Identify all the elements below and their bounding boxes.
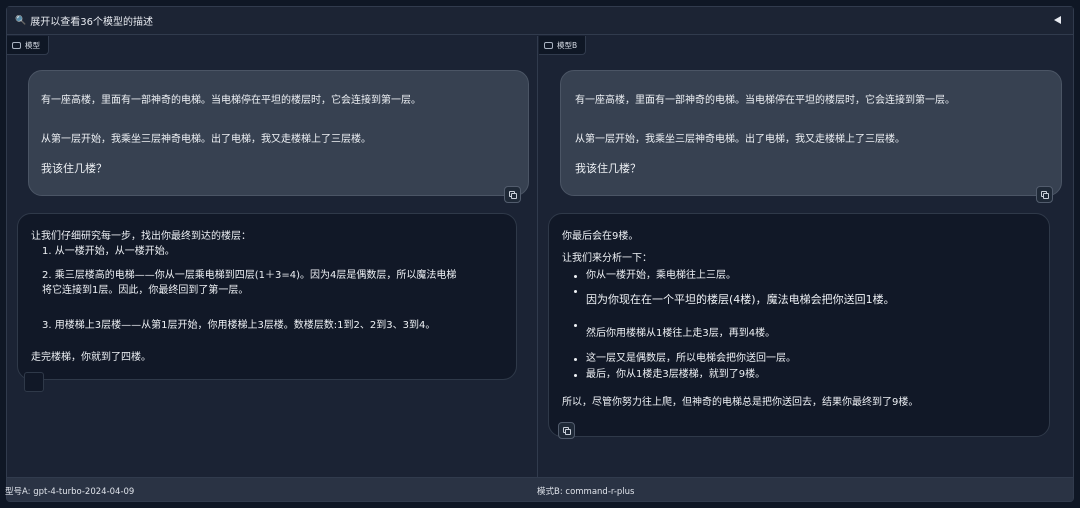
chatbot-panel-a: 模型 有一座高楼，里面有一部神奇的电梯。当电梯停在平坦的楼层时，它会连接到第一层… — [7, 36, 538, 477]
prompt-line-2: 从第一层开始，我乘坐三层神奇电梯。出了电梯，我又走楼梯上了三层楼。 — [41, 134, 371, 145]
bullet-dot — [574, 324, 577, 327]
bot-message-b: 你最后会在9楼。 让我们来分析一下： 你从一楼开始，乘电梯往上三层。 因为你现在… — [548, 213, 1050, 437]
model-b-tag: 模型B — [539, 36, 587, 55]
prompt-line-2: 从第一层开始，我乘坐三层神奇电梯。出了电梯，我又走楼梯上了三层楼。 — [575, 134, 905, 145]
prompt-line-1: 有一座高楼，里面有一部神奇的电梯。当电梯停在平坦的楼层时，它会连接到第一层。 — [575, 95, 955, 106]
model-a-tag: 模型 — [7, 36, 49, 55]
collapse-triangle-icon[interactable] — [1054, 16, 1061, 24]
accordion-title: 展开以查看36个模型的描述 — [30, 17, 153, 28]
prompt-line-3: 我该住几楼？ — [41, 162, 107, 175]
chatbot-panel-b: 模型B 有一座高楼，里面有一部神奇的电梯。当电梯停在平坦的楼层时，它会连接到第一… — [539, 36, 1073, 477]
user-message-b: 有一座高楼，里面有一部神奇的电梯。当电梯停在平坦的楼层时，它会连接到第一层。 从… — [560, 70, 1062, 196]
copy-button-bot-b[interactable] — [558, 422, 575, 439]
response-step-1: 1. 从一楼开始，从一楼开始。 — [42, 246, 175, 257]
response-conclusion: 走完楼梯，你就到了四楼。 — [31, 352, 151, 363]
copy-button-user-a[interactable] — [504, 186, 521, 203]
response-step-2a: 2. 乘三层楼高的电梯——你从一层乘电梯到四层(1＋3=4)。因为4层是偶数层，… — [42, 270, 457, 281]
prompt-line-3: 我该住几楼？ — [575, 162, 641, 175]
bullet-dot — [574, 374, 577, 377]
model-b-label: 模型B — [557, 40, 578, 50]
response-intro: 让我们仔细研究每一步，找出你最终到达的楼层： — [31, 231, 251, 242]
copy-button-user-b[interactable] — [1036, 186, 1053, 203]
response-answer: 你最后会在9楼。 — [562, 231, 639, 242]
chat-icon — [544, 41, 553, 49]
response-bullet-4: 这一层又是偶数层，所以电梯会把你送回一层。 — [586, 353, 796, 364]
response-bullet-5: 最后，你从1楼走3层楼梯，就到了9楼。 — [586, 369, 766, 380]
response-step-3: 3. 用楼梯上3层楼——从第1层开始，你用楼梯上3层楼。数楼层数:1到2、2到3… — [42, 320, 436, 331]
bullet-dot — [574, 358, 577, 361]
response-bullet-1: 你从一楼开始，乘电梯往上三层。 — [586, 270, 736, 281]
response-bullet-2: 因为你现在在一个平坦的楼层(4楼)，魔法电梯会把你送回1楼。 — [586, 293, 895, 306]
model-names-footer: 型号A: gpt-4-turbo-2024-04-09 模式B: command… — [5, 477, 1073, 501]
magnifier-icon: 🔍 — [15, 15, 27, 26]
user-message-a: 有一座高楼，里面有一部神奇的电梯。当电梯停在平坦的楼层时，它会连接到第一层。 从… — [28, 70, 529, 196]
bot-message-a: 让我们仔细研究每一步，找出你最终到达的楼层： 1. 从一楼开始，从一楼开始。 2… — [17, 213, 517, 380]
prompt-line-1: 有一座高楼，里面有一部神奇的电梯。当电梯停在平坦的楼层时，它会连接到第一层。 — [41, 95, 421, 106]
response-bullet-3: 然后你用楼梯从1楼往上走3层，再到4楼。 — [586, 328, 776, 339]
bullet-dot — [574, 275, 577, 278]
model-a-name: 型号A: gpt-4-turbo-2024-04-09 — [5, 487, 135, 497]
bullet-dot — [574, 290, 577, 293]
copy-button-bot-a[interactable] — [24, 372, 44, 392]
model-a-label: 模型 — [25, 40, 40, 50]
response-conclusion: 所以，尽管你努力往上爬，但神奇的电梯总是把你送回去，结果你最终到了9楼。 — [562, 397, 919, 408]
response-step-2b: 将它连接到1层。因此，你最终回到了第一层。 — [42, 285, 249, 296]
response-intro: 让我们来分析一下： — [562, 253, 652, 264]
chat-icon — [12, 41, 21, 49]
model-b-name: 模式B: command-r-plus — [537, 487, 635, 497]
arena-frame: 🔍 展开以查看36个模型的描述 模型 有一座高楼，里面有一部神奇的电梯。当电梯停… — [5, 6, 1074, 502]
model-descriptions-accordion[interactable]: 🔍 展开以查看36个模型的描述 — [7, 7, 1073, 35]
